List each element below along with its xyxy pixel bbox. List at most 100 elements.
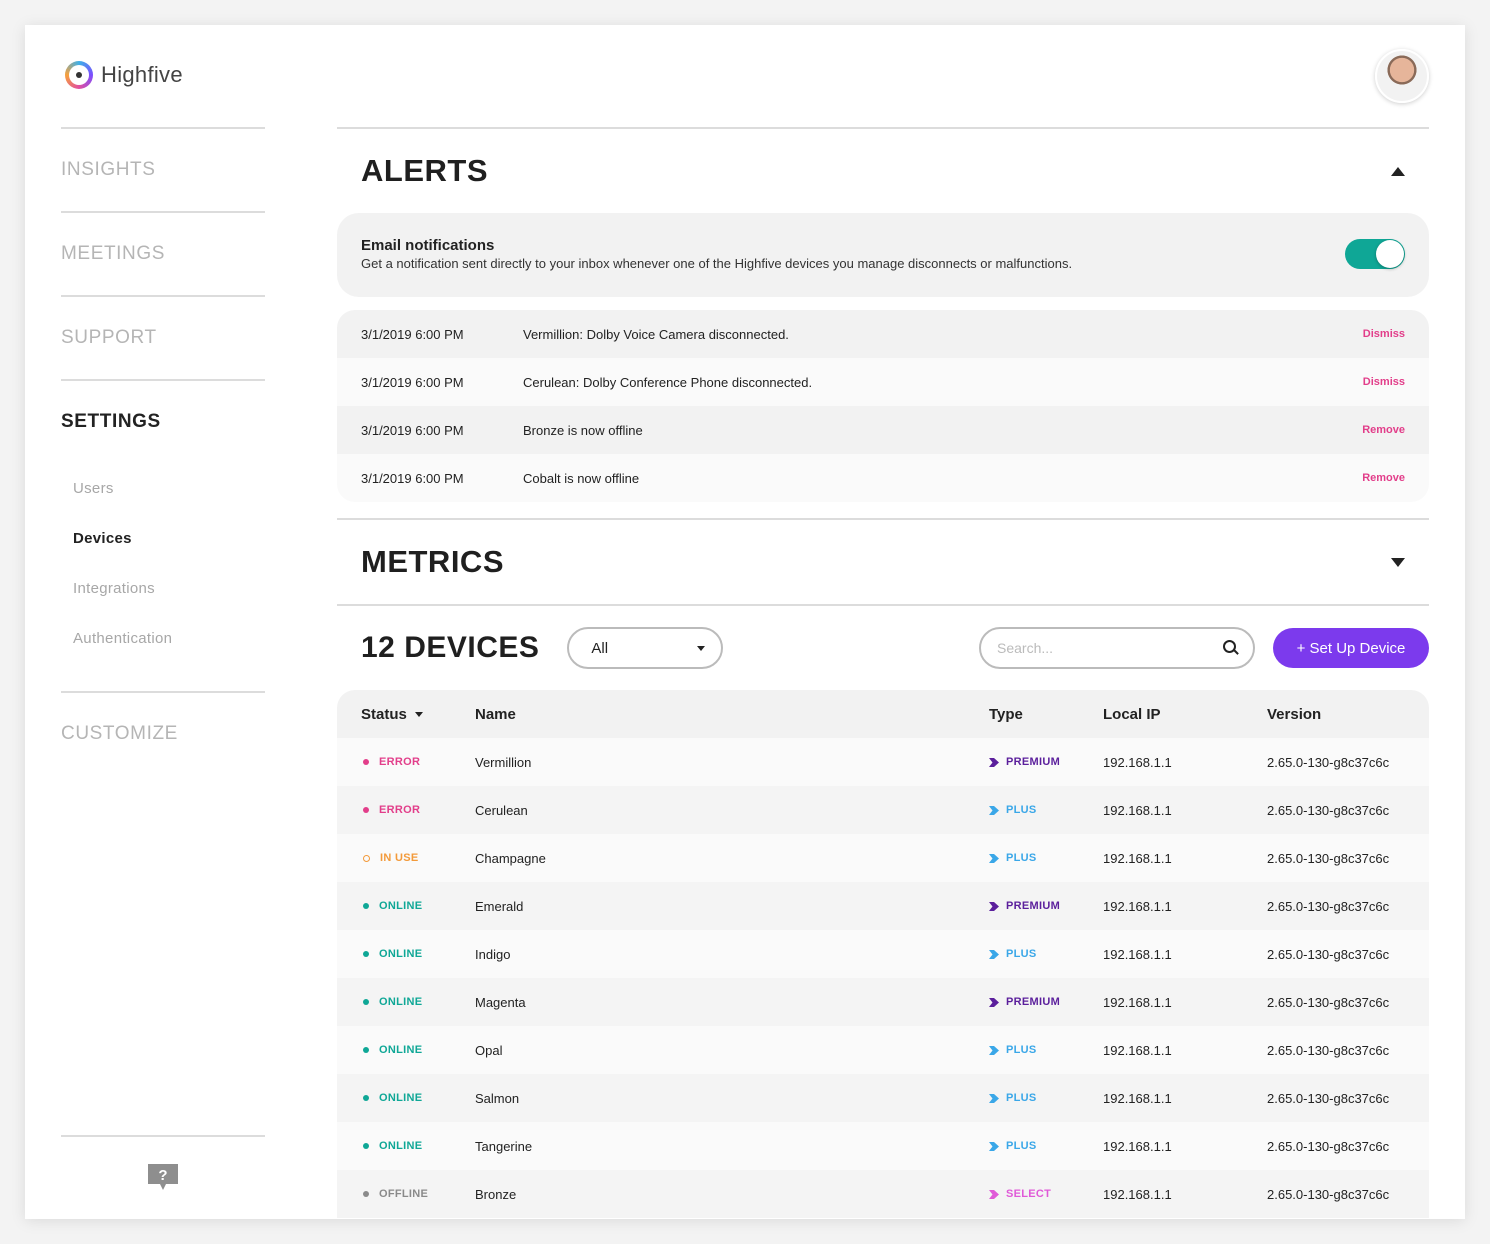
settings-submenu: Users Devices Integrations Authenticatio… bbox=[61, 463, 265, 691]
sub-item-devices[interactable]: Devices bbox=[73, 513, 265, 563]
type-chevron-icon bbox=[989, 949, 999, 959]
type-chevron-icon bbox=[989, 901, 999, 911]
device-search bbox=[979, 627, 1255, 669]
table-row[interactable]: ONLINE Magenta PREMIUM 192.168.1.1 2.65.0-13… bbox=[337, 978, 1429, 1026]
type-cell: PLUS bbox=[989, 852, 1103, 864]
nav-item-customize[interactable]: CUSTOMIZE bbox=[61, 693, 265, 775]
app-window: Highfive INSIGHTS MEETINGS SUPPORT SETTI… bbox=[25, 25, 1465, 1219]
table-row[interactable]: ONLINE Salmon PLUS 192.168.1.1 2.65.0-130-g8… bbox=[337, 1074, 1429, 1122]
status-dot-icon bbox=[363, 1047, 369, 1053]
user-avatar[interactable] bbox=[1375, 49, 1429, 103]
alert-row: 3/1/2019 6:00 PM Vermillion: Dolby Voice … bbox=[337, 310, 1429, 358]
type-chevron-icon bbox=[989, 997, 999, 1007]
collapse-caret-up-icon[interactable] bbox=[1391, 166, 1405, 176]
sub-item-users[interactable]: Users bbox=[73, 463, 265, 513]
metrics-header: METRICS bbox=[337, 520, 1429, 604]
email-notifications-card: Email notifications Get a notification s… bbox=[337, 213, 1429, 297]
type-chevron-icon bbox=[989, 1141, 999, 1151]
device-ip: 192.168.1.1 bbox=[1103, 946, 1172, 962]
device-name: Bronze bbox=[475, 1186, 517, 1202]
device-ip: 192.168.1.1 bbox=[1103, 1186, 1172, 1202]
sidebar-nav: INSIGHTS MEETINGS SUPPORT SETTINGS Users… bbox=[61, 127, 265, 775]
help-question-icon[interactable]: ? bbox=[147, 1163, 179, 1191]
search-icon[interactable] bbox=[1223, 640, 1239, 656]
devices-toolbar: 12 DEVICES All + Set Up Device bbox=[337, 606, 1429, 690]
type-badge: PLUS bbox=[1006, 948, 1037, 960]
type-chevron-icon bbox=[989, 1189, 999, 1199]
status-dot-icon bbox=[363, 1191, 369, 1197]
alert-remove-button[interactable]: Remove bbox=[1351, 424, 1405, 436]
device-name: Tangerine bbox=[475, 1138, 533, 1154]
device-ip: 192.168.1.1 bbox=[1103, 994, 1172, 1010]
table-row[interactable]: ERROR Cerulean PLUS 192.168.1.1 2.65.0-130-g… bbox=[337, 786, 1429, 834]
type-badge: PLUS bbox=[1006, 1092, 1037, 1104]
alert-time: 3/1/2019 6:00 PM bbox=[361, 470, 464, 486]
email-notifications-title: Email notifications bbox=[361, 237, 495, 254]
type-chevron-icon bbox=[989, 1045, 999, 1055]
nav-item-support[interactable]: SUPPORT bbox=[61, 297, 265, 379]
type-badge: PREMIUM bbox=[1006, 996, 1061, 1008]
type-chevron-icon bbox=[989, 1093, 999, 1103]
alert-row: 3/1/2019 6:00 PM Cerulean: Dolby Conferen… bbox=[337, 358, 1429, 406]
type-cell: PREMIUM bbox=[989, 900, 1103, 912]
type-badge: PLUS bbox=[1006, 852, 1037, 864]
table-row[interactable]: ONLINE Opal PLUS 192.168.1.1 2.65.0-130-g8c3… bbox=[337, 1026, 1429, 1074]
device-version: 2.65.0-130-g8c37c6c bbox=[1267, 1138, 1390, 1154]
status-cell: ONLINE bbox=[361, 948, 475, 960]
column-header-name[interactable]: Name bbox=[475, 706, 989, 723]
status-dot-icon bbox=[363, 1095, 369, 1101]
alert-dismiss-button[interactable]: Dismiss bbox=[1351, 376, 1405, 388]
table-row[interactable]: ONLINE Tangerine PLUS 192.168.1.1 2.65.0-130… bbox=[337, 1122, 1429, 1170]
search-input[interactable] bbox=[997, 640, 1223, 656]
device-filter-select[interactable]: All bbox=[567, 627, 724, 669]
status-badge: ONLINE bbox=[379, 948, 423, 960]
type-cell: PREMIUM bbox=[989, 996, 1103, 1008]
alert-remove-button[interactable]: Remove bbox=[1351, 472, 1405, 484]
device-version: 2.65.0-130-g8c37c6c bbox=[1267, 946, 1390, 962]
email-notifications-toggle[interactable] bbox=[1345, 239, 1405, 269]
table-row[interactable]: IN USE Champagne PLUS 192.168.1.1 2.65.0-130… bbox=[337, 834, 1429, 882]
device-ip: 192.168.1.1 bbox=[1103, 754, 1172, 770]
device-name: Cerulean bbox=[475, 802, 528, 818]
sort-caret-icon bbox=[414, 711, 423, 717]
status-cell: ERROR bbox=[361, 804, 475, 816]
type-badge: PREMIUM bbox=[1006, 900, 1061, 912]
sub-item-integrations[interactable]: Integrations bbox=[73, 563, 265, 613]
column-header-type[interactable]: Type bbox=[989, 706, 1103, 723]
devices-count-title: 12 DEVICES bbox=[361, 631, 540, 664]
device-ip: 192.168.1.1 bbox=[1103, 802, 1172, 818]
column-header-ip[interactable]: Local IP bbox=[1103, 706, 1267, 723]
type-badge: PREMIUM bbox=[1006, 756, 1061, 768]
table-row[interactable]: ONLINE Indigo PLUS 192.168.1.1 2.65.0-130-g8… bbox=[337, 930, 1429, 978]
nav-item-insights[interactable]: INSIGHTS bbox=[61, 129, 265, 211]
status-dot-icon bbox=[363, 903, 369, 909]
sub-item-authentication[interactable]: Authentication bbox=[73, 613, 265, 663]
metrics-title: METRICS bbox=[361, 544, 504, 579]
alert-row: 3/1/2019 6:00 PM Cobalt is now offline Rem… bbox=[337, 454, 1429, 502]
alerts-header: ALERTS bbox=[337, 129, 1429, 213]
status-cell: OFFLINE bbox=[361, 1188, 475, 1200]
alert-message: Bronze is now offline bbox=[523, 422, 643, 438]
expand-caret-down-icon[interactable] bbox=[1391, 557, 1405, 567]
column-header-status[interactable]: Status bbox=[361, 706, 475, 723]
nav-item-meetings[interactable]: MEETINGS bbox=[61, 213, 265, 295]
type-chevron-icon bbox=[989, 853, 999, 863]
nav-item-settings[interactable]: SETTINGS bbox=[61, 381, 265, 463]
device-ip: 192.168.1.1 bbox=[1103, 898, 1172, 914]
table-row[interactable]: ERROR Vermillion PREMIUM 192.168.1.1 2.65.0-… bbox=[337, 738, 1429, 786]
alert-time: 3/1/2019 6:00 PM bbox=[361, 374, 464, 390]
type-cell: PLUS bbox=[989, 1140, 1103, 1152]
table-row[interactable]: ONLINE Emerald PREMIUM 192.168.1.1 2.65.0-13… bbox=[337, 882, 1429, 930]
set-up-device-button[interactable]: + Set Up Device bbox=[1273, 628, 1429, 668]
device-version: 2.65.0-130-g8c37c6c bbox=[1267, 898, 1390, 914]
svg-text:?: ? bbox=[158, 1167, 167, 1184]
table-row[interactable]: OFFLINE Bronze SELECT 192.168.1.1 2.65.0-130… bbox=[337, 1170, 1429, 1218]
column-header-version[interactable]: Version bbox=[1267, 706, 1429, 723]
status-dot-icon bbox=[363, 759, 369, 765]
brand-logo[interactable]: Highfive bbox=[65, 61, 183, 89]
device-name: Emerald bbox=[475, 898, 524, 914]
status-dot-icon bbox=[363, 1143, 369, 1149]
status-dot-icon bbox=[363, 999, 369, 1005]
device-name: Opal bbox=[475, 1042, 503, 1058]
alert-dismiss-button[interactable]: Dismiss bbox=[1351, 328, 1405, 340]
